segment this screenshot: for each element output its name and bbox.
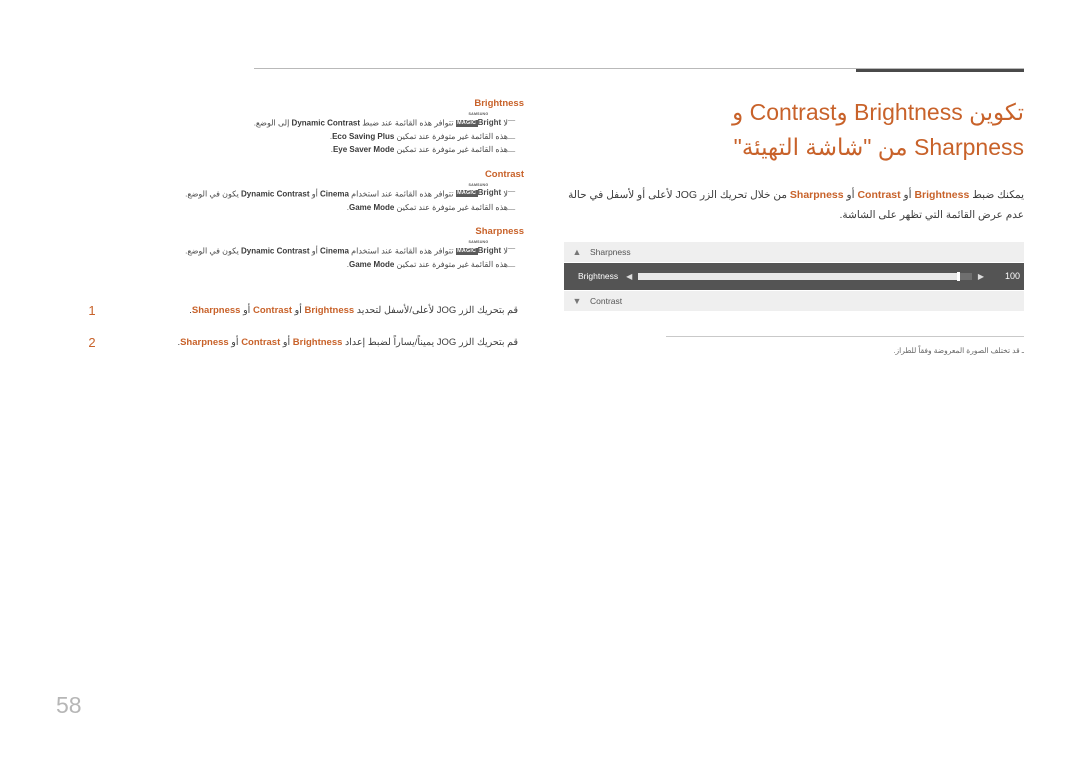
- note-separator: [666, 335, 1024, 337]
- note-pre: لا: [501, 246, 508, 256]
- note-sep: أو: [309, 189, 321, 199]
- osd-slider-brightness[interactable]: ◀ ▶: [618, 271, 992, 281]
- step-sep1: أو: [292, 305, 305, 316]
- page-title-line2: Sharpness من "شاشة التهيئة": [733, 133, 1024, 160]
- note-post: تتوافر هذه القائمة عند استخدام: [348, 189, 456, 199]
- note-tail: إلى الوضع.: [253, 118, 292, 128]
- step-term-sharpness: Sharpness: [191, 305, 241, 316]
- right-column: تكوين Brightness وContrast و Sharpness م…: [564, 95, 1024, 357]
- step-item: 2 قم بتحريك الزر JOG يميناً/يساراً لضبط …: [84, 335, 524, 351]
- note-term: Game Mode: [348, 202, 395, 212]
- step-sep2: أو: [228, 337, 242, 349]
- osd-label-sharpness: Sharpness: [590, 246, 631, 257]
- figure-note: ـ قد تختلف الصورة المعروضة وفقاً للطراز.: [893, 345, 1024, 355]
- note-dash: ـــ: [508, 131, 516, 141]
- step-sep2: أو: [240, 305, 253, 316]
- spec-block-brightness: Brightness ـــ لا SAMSUNG MAGIC Bright تتو…: [104, 98, 524, 157]
- intro-sep1: أو: [900, 189, 915, 201]
- header-rule-left: [254, 68, 1024, 69]
- page-number: 58: [56, 692, 82, 718]
- spec-title-sharpness: Sharpness: [475, 226, 524, 238]
- spec-blocks: Brightness ـــ لا SAMSUNG MAGIC Bright تتو…: [104, 98, 524, 284]
- note-post: تتوافر هذه القائمة عند استخدام: [348, 246, 456, 256]
- note-term: Eye Saver Mode: [332, 145, 395, 155]
- step-number: 1: [88, 303, 96, 318]
- note-term-2: Dynamic Contrast: [241, 189, 310, 199]
- step-prefix: قم بتحريك الزر JOG يميناً/يساراً لضبط إع…: [342, 337, 518, 349]
- note-pre: لا: [501, 189, 508, 199]
- osd-row-brightness[interactable]: Brightness ◀ ▶ 100: [564, 262, 1024, 291]
- note-dash: ـــ: [508, 202, 516, 212]
- arrow-left-icon[interactable]: ◀: [626, 272, 632, 281]
- osd-bar-knob[interactable]: [956, 271, 960, 281]
- step-prefix: قم بتحريك الزر JOG لأعلى/لأسفل لتحديد: [354, 305, 518, 316]
- chevron-down-icon: ▼: [572, 295, 582, 306]
- chevron-up-icon: ▲: [572, 246, 582, 257]
- step-term-brightness: Brightness: [292, 337, 343, 349]
- procedure-steps: 1 قم بتحريك الزر JOG لأعلى/لأسفل لتحديد …: [84, 303, 524, 367]
- note-pre: هذه القائمة غير متوفرة عند تمكين: [394, 260, 508, 270]
- spec-note: ـــ لا SAMSUNG MAGIC Bright تتوافر هذه الق…: [104, 182, 524, 201]
- step-number: 2: [88, 335, 96, 351]
- spec-note: ـــ لا SAMSUNG MAGIC Bright تتوافر هذه الق…: [104, 241, 524, 258]
- osd-bar-track[interactable]: [638, 271, 972, 281]
- note-term: Cinema: [320, 189, 349, 199]
- note-term-2: Dynamic Contrast: [241, 246, 310, 256]
- note-tail: يكون في الوضع.: [185, 246, 242, 256]
- note-dash: ـــ: [508, 242, 516, 252]
- note-tail: يكون في الوضع.: [185, 189, 242, 199]
- note-dash: ـــ: [508, 184, 516, 194]
- samsung-magicbright-badge: SAMSUNG MAGIC Bright: [455, 182, 502, 198]
- step-term-contrast: Contrast: [241, 337, 281, 349]
- osd-row-sharpness[interactable]: ▲ Sharpness: [564, 241, 1024, 263]
- note-term: Cinema: [320, 246, 349, 256]
- note-dash: ـــ: [508, 114, 516, 123]
- spec-note: ـــ هذه القائمة غير متوفرة عند تمكين Gam…: [104, 259, 524, 271]
- osd-label-contrast: Contrast: [590, 295, 623, 306]
- spec-block-sharpness: Sharpness ـــ لا SAMSUNG MAGIC Bright تتوا…: [104, 226, 524, 271]
- note-post: تتوافر هذه القائمة عند ضبط: [360, 118, 456, 128]
- spec-note: ـــ هذه القائمة غير متوفرة عند تمكين Eye…: [104, 144, 524, 156]
- intro-term-brightness: Brightness: [914, 189, 970, 201]
- note-pre: هذه القائمة غير متوفرة عند تمكين: [394, 202, 508, 212]
- intro-prefix: يمكنك ضبط: [969, 189, 1024, 201]
- spec-note: ـــ لا SAMSUNG MAGIC Bright تتوافر هذه الق…: [104, 112, 524, 130]
- spec-note: ـــ هذه القائمة غير متوفرة عند تمكين Gam…: [104, 202, 524, 214]
- note-sep: أو: [309, 246, 321, 256]
- note-term: Eco Saving Plus: [332, 131, 395, 141]
- step-term-sharpness: Sharpness: [180, 337, 229, 349]
- intro-paragraph: يمكنك ضبط Brightness أو Contrast أو Shar…: [564, 186, 1024, 226]
- intro-term-sharpness: Sharpness: [789, 189, 844, 201]
- step-text: قم بتحريك الزر JOG يميناً/يساراً لضبط إع…: [100, 335, 524, 351]
- note-pre: لا: [501, 118, 508, 128]
- spec-block-contrast: Contrast ـــ لا SAMSUNG MAGIC Bright تتواف…: [104, 169, 524, 214]
- spec-title-contrast: Contrast: [484, 168, 524, 180]
- osd-row-contrast[interactable]: ▼ Contrast: [564, 290, 1024, 312]
- note-term: Game Mode: [348, 260, 395, 270]
- osd-value-brightness: 100: [1004, 271, 1020, 282]
- note-dash: ـــ: [508, 145, 516, 155]
- intro-sep2: أو: [843, 189, 858, 201]
- step-term-contrast: Contrast: [252, 305, 293, 316]
- osd-label-brightness: Brightness: [578, 271, 619, 282]
- step-term-brightness: Brightness: [304, 305, 355, 316]
- spec-note: ـــ هذه القائمة غير متوفرة عند تمكين Eco…: [104, 131, 524, 143]
- page-root: تكوين Brightness وContrast و Sharpness م…: [0, 0, 1080, 763]
- note-dash: ـــ: [508, 260, 516, 270]
- osd-preview: ▲ Sharpness Brightness ◀ ▶ 100 ▼ Contras…: [564, 241, 1024, 312]
- note-pre: هذه القائمة غير متوفرة عند تمكين: [394, 145, 508, 155]
- note-term: Dynamic Contrast: [291, 118, 361, 128]
- page-title: تكوين Brightness وContrast و Sharpness م…: [564, 95, 1024, 164]
- samsung-magicbright-badge: SAMSUNG MAGIC Bright: [455, 112, 502, 127]
- note-pre: هذه القائمة غير متوفرة عند تمكين: [394, 131, 508, 141]
- page-title-line1: تكوين Brightness وContrast و: [732, 99, 1024, 125]
- osd-bar-fill: [638, 272, 959, 280]
- arrow-right-icon[interactable]: ▶: [978, 272, 984, 281]
- step-item: 1 قم بتحريك الزر JOG لأعلى/لأسفل لتحديد …: [84, 303, 524, 319]
- intro-term-contrast: Contrast: [857, 189, 901, 201]
- step-text: قم بتحريك الزر JOG لأعلى/لأسفل لتحديد Br…: [100, 303, 524, 319]
- samsung-magicbright-badge: SAMSUNG MAGIC Bright: [455, 240, 502, 255]
- spec-title-brightness: Brightness: [474, 98, 524, 109]
- step-sep1: أو: [280, 337, 293, 349]
